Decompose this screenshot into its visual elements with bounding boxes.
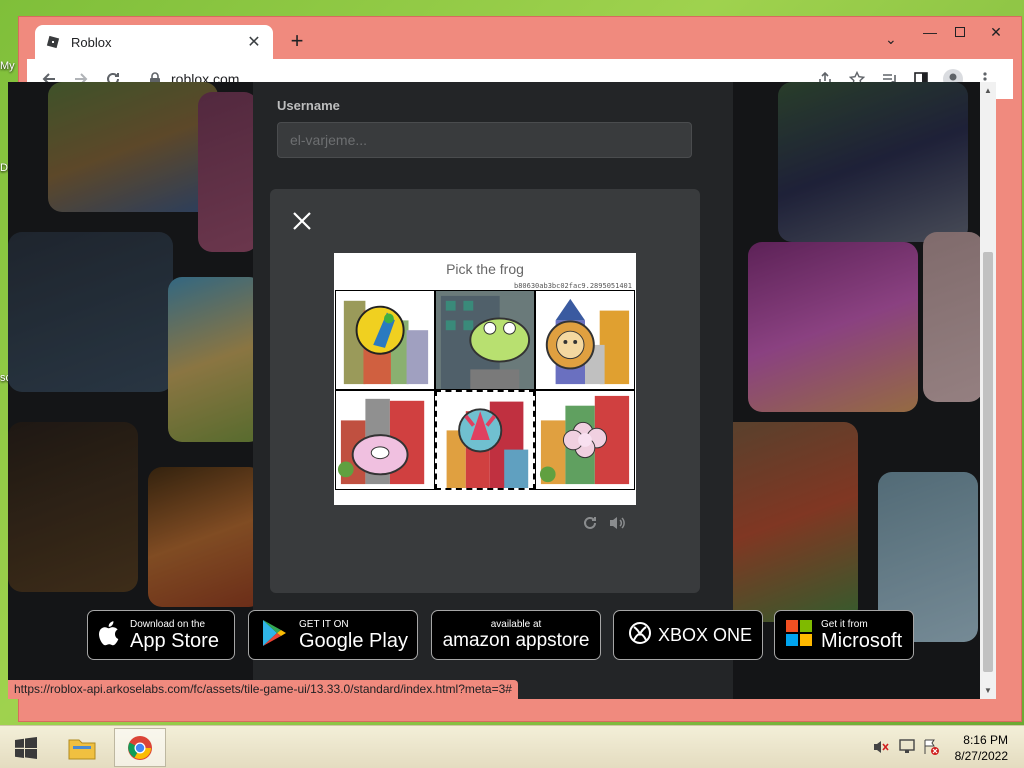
network-icon[interactable]	[898, 738, 916, 756]
xbox-one-badge[interactable]: XBOX ONE	[613, 610, 763, 660]
captcha-modal: Pick the frog b80630ab3bc02fac9.28950514…	[270, 189, 700, 593]
amazon-appstore-badge[interactable]: available at amazon appstore	[431, 610, 601, 660]
taskbar: 8:16 PM 8/27/2022	[0, 725, 1024, 768]
flower-tile-icon	[539, 395, 630, 485]
new-tab-button[interactable]: +	[285, 29, 309, 53]
scroll-up-arrow-icon[interactable]: ▲	[984, 86, 992, 95]
xbox-badge-text: XBOX ONE	[658, 625, 753, 645]
chrome-logo-icon	[128, 735, 152, 760]
captcha-tile-parrot[interactable]	[335, 290, 435, 390]
frog-tile-icon	[436, 291, 534, 389]
microsoft-badge-small-text: Get it from	[821, 618, 868, 630]
folder-icon	[68, 739, 96, 759]
refresh-icon[interactable]	[582, 515, 598, 536]
xbox-logo-icon	[628, 621, 652, 650]
apple-badge-small-text: Download on the	[130, 618, 206, 630]
taskbar-clock[interactable]: 8:16 PM 8/27/2022	[955, 732, 1008, 764]
captcha-grid	[335, 290, 635, 490]
tab-close-icon[interactable]: ✕	[245, 32, 263, 52]
google-play-logo-icon	[261, 618, 289, 653]
amazon-badge-small-text: available at	[490, 618, 542, 630]
parrot-tile-icon	[343, 300, 429, 385]
action-center-alert-icon[interactable]	[922, 738, 940, 756]
apple-badge-big-text: App Store	[130, 629, 219, 652]
tab-title: Roblox	[71, 34, 112, 50]
app-store-badges: Download on the App Store GET IT ON Goog…	[68, 610, 928, 660]
captcha-tile-lobster[interactable]	[435, 390, 535, 490]
start-button[interactable]	[0, 728, 52, 767]
modal-close-icon[interactable]	[290, 209, 314, 233]
desktop-icon-label-my[interactable]: My	[0, 60, 15, 72]
donut-tile-icon	[337, 398, 425, 485]
tab-strip: Roblox ✕ + ⌄ — ✕	[19, 17, 1021, 59]
google-play-badge[interactable]: GET IT ON Google Play	[248, 610, 418, 660]
captcha-tile-donut[interactable]	[335, 390, 435, 490]
amazon-badge-big-text: amazon appstore	[442, 629, 590, 651]
microsoft-store-badge[interactable]: Get it from Microsoft	[774, 610, 914, 660]
microsoft-logo-icon	[785, 619, 813, 652]
audio-challenge-icon[interactable]	[608, 515, 628, 536]
scrollbar-thumb[interactable]	[983, 252, 993, 672]
clock-time: 8:16 PM	[963, 733, 1008, 747]
scroll-down-arrow-icon[interactable]: ▼	[984, 686, 992, 695]
username-input[interactable]: el-varjeme...	[277, 122, 692, 158]
google-badge-big-text: Google Play	[299, 629, 408, 652]
google-badge-small-text: GET IT ON	[299, 618, 349, 630]
lobster-tile-icon	[446, 401, 529, 488]
windows-logo-icon	[15, 736, 37, 759]
page-scrollbar[interactable]: ▲ ▼	[980, 82, 996, 699]
page-viewport: Username el-varjeme... Pick the frog b80…	[8, 82, 980, 699]
captcha-session-id: b80630ab3bc02fac9.2895051401	[513, 282, 632, 290]
close-window-button[interactable]: ✕	[981, 21, 1011, 43]
chrome-taskbar-button[interactable]	[114, 728, 166, 767]
apple-logo-icon	[98, 619, 122, 652]
captcha-frame: Pick the frog b80630ab3bc02fac9.28950514…	[334, 253, 636, 505]
username-label: Username	[277, 98, 340, 113]
captcha-prompt: Pick the frog	[446, 261, 524, 277]
clock-date: 8/27/2022	[954, 749, 1008, 763]
minimize-button[interactable]: —	[915, 21, 945, 43]
volume-muted-icon[interactable]	[872, 738, 890, 756]
lion-tile-icon	[545, 298, 630, 385]
captcha-tile-flower[interactable]	[535, 390, 635, 490]
status-bar-url: https://roblox-api.arkoselabs.com/fc/ass…	[8, 680, 518, 699]
captcha-tile-frog[interactable]	[435, 290, 535, 390]
microsoft-badge-big-text: Microsoft	[821, 629, 903, 652]
maximize-button[interactable]	[945, 21, 975, 43]
captcha-tools	[582, 515, 628, 536]
captcha-tile-lion[interactable]	[535, 290, 635, 390]
apple-app-store-badge[interactable]: Download on the App Store	[87, 610, 235, 660]
tab-roblox[interactable]: Roblox ✕	[35, 25, 273, 59]
tab-search-chevron-icon[interactable]: ⌄	[885, 31, 897, 48]
roblox-favicon-icon	[45, 34, 61, 50]
file-explorer-taskbar-button[interactable]	[56, 728, 108, 767]
